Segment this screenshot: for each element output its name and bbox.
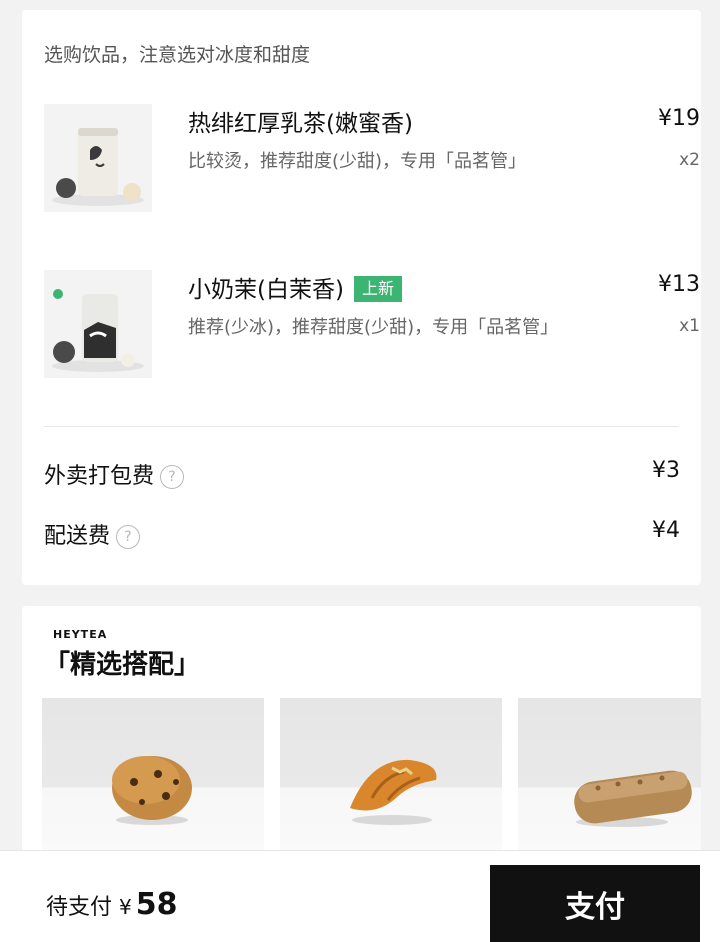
pending-payment: 待支付 ¥58 (46, 887, 178, 922)
order-item[interactable]: 小奶茉(白茉香) 上新 推荐(少冰)，推荐甜度(少甜)，专用「品茗管」 ¥13 x… (44, 270, 700, 380)
eclair-image (574, 770, 692, 827)
total-amount: 58 (135, 887, 178, 922)
order-summary-card: 选购饮品，注意选对冰度和甜度 热绯红厚乳茶(嫩蜜香) 比较烫，推荐甜度(少甜)，… (22, 10, 701, 585)
help-circle-icon[interactable]: ? (160, 465, 185, 489)
order-item[interactable]: 热绯红厚乳茶(嫩蜜香) 比较烫，推荐甜度(少甜)，专用「品茗管」 ¥19 x2 (44, 104, 700, 214)
croissant-image (350, 759, 437, 825)
help-circle-icon[interactable]: ? (116, 525, 141, 549)
drink-selection-notice: 选购饮品，注意选对冰度和甜度 (44, 44, 311, 66)
product-card-eclair[interactable] (518, 698, 701, 858)
currency-symbol: ¥ (119, 895, 132, 919)
fee-label: 配送费? (44, 518, 141, 550)
item-price: ¥19 (658, 106, 700, 131)
product-card-cookie[interactable] (42, 698, 264, 858)
item-price: ¥13 (658, 272, 700, 297)
brand-logo: HEYTEA (53, 628, 108, 641)
packaging-fee-row: 外卖打包费? ¥3 (44, 458, 680, 492)
divider (44, 426, 679, 427)
section-title: 「精选搭配」 (44, 650, 201, 680)
pay-button[interactable]: 支付 (490, 865, 700, 942)
item-description: 推荐(少冰)，推荐甜度(少甜)，专用「品茗管」 (188, 317, 559, 338)
pending-label: 待支付 (46, 895, 113, 920)
fee-value: ¥3 (652, 458, 680, 483)
item-name-text: 热绯红厚乳茶(嫩蜜香) (188, 111, 413, 137)
item-quantity: x2 (679, 150, 700, 170)
cookie-image (112, 756, 192, 825)
item-quantity: x1 (679, 316, 700, 336)
delivery-fee-row: 配送费? ¥4 (44, 518, 680, 552)
fee-label: 外卖打包费? (44, 458, 185, 490)
fee-label-text: 外卖打包费 (44, 464, 155, 489)
product-card-croissant[interactable] (280, 698, 502, 858)
item-description: 比较烫，推荐甜度(少甜)，专用「品茗管」 (188, 151, 527, 172)
product-thumbnail (44, 104, 152, 212)
fee-value: ¥4 (652, 518, 680, 543)
product-thumbnail (44, 270, 152, 378)
item-name-text: 小奶茉(白茉香) (188, 277, 344, 303)
item-name: 热绯红厚乳茶(嫩蜜香) (188, 104, 413, 138)
item-name: 小奶茉(白茉香) 上新 (188, 270, 402, 304)
new-badge: 上新 (353, 276, 402, 302)
fee-label-text: 配送费 (44, 524, 111, 549)
payment-bar: 待支付 ¥58 支付 (0, 850, 720, 942)
